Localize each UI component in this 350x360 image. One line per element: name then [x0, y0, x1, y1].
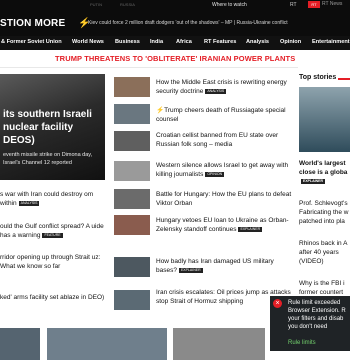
nav-item-opinion[interactable]: Opinion: [280, 39, 301, 45]
tag-badge: EXPLAINER: [238, 226, 263, 232]
tag-badge: ANALYSIS: [205, 88, 227, 94]
mid-story[interactable]: How badly has Iran damaged US military b…: [156, 257, 296, 275]
mid-story-title[interactable]: Hungary vetoes EU loan to Ukraine as Orb…: [156, 217, 289, 233]
left-story-title[interactable]: s war with Iran could destroy om within: [0, 191, 93, 207]
hero-subtitle: eventh missile strike on Dimona day, Isr…: [3, 152, 93, 166]
mid-story-title[interactable]: How badly has Iran damaged US military b…: [156, 258, 274, 274]
story-thumbnail[interactable]: [114, 189, 150, 209]
top-story-image[interactable]: [299, 87, 350, 152]
nav-item-business[interactable]: Business: [115, 39, 140, 45]
header-accent: [338, 78, 350, 80]
tag-badge: FEATURE: [42, 232, 63, 238]
nav-item-india[interactable]: India: [150, 39, 163, 45]
nav-item-entertainment[interactable]: Entertainment: [312, 39, 350, 45]
breaking-banner-text[interactable]: TRUMP THREATENS TO 'OBLITERATE' IRANIAN …: [55, 54, 295, 63]
left-story-title[interactable]: ked' arms facility set ablaze in DEO): [0, 294, 104, 301]
rt-label: RT: [290, 2, 297, 8]
nav-item-rt-features[interactable]: RT Features: [204, 39, 236, 45]
top-story[interactable]: World's largest close is a globa EXPLAINE…: [299, 159, 350, 186]
story-thumbnail[interactable]: [114, 77, 150, 97]
left-story[interactable]: ked' arms facility set ablaze in DEO): [0, 293, 105, 302]
hero-story[interactable]: its southern Israeli nuclear facility DE…: [0, 74, 105, 180]
breaking-banner[interactable]: TRUMP THREATENS TO 'OBLITERATE' IRANIAN …: [0, 50, 350, 68]
top-story-title[interactable]: Why is the FBI i former countert: [299, 280, 345, 296]
nav-item-former-soviet-union[interactable]: & Former Soviet Union: [1, 39, 62, 45]
top-story[interactable]: Prof. Schlevogt's Fabricating the w patc…: [299, 199, 350, 226]
bottom-thumbnail[interactable]: [173, 328, 265, 360]
tag-badge: EXPLAINER: [178, 267, 203, 273]
mid-story-title[interactable]: Trump cheers death of Russiagate special…: [156, 107, 286, 123]
tag-badge: OPINION: [205, 171, 225, 177]
left-story-title[interactable]: rridor opening up through Strait uz: Wha…: [0, 254, 100, 270]
mid-story[interactable]: Western silence allows Israel to get awa…: [156, 161, 296, 179]
tag-badge: ANALYSIS: [18, 200, 40, 206]
top-story-title[interactable]: World's largest close is a globa: [299, 160, 347, 176]
left-story[interactable]: s war with Iran could destroy om within A…: [0, 190, 105, 208]
bottom-thumbnail[interactable]: [0, 328, 40, 360]
nav-item-analysis[interactable]: Analysis: [246, 39, 269, 45]
mid-story[interactable]: Croatian cellist banned from EU state ov…: [156, 131, 296, 149]
extension-toast: × Rule limit exceeded Browser Extension.…: [270, 296, 350, 351]
left-story[interactable]: rridor opening up through Strait uz: Wha…: [0, 253, 105, 271]
top-link-2[interactable]: RUSSIA: [120, 2, 135, 7]
mid-story[interactable]: ⚡Trump cheers death of Russiagate specia…: [156, 106, 296, 124]
tag-badge: EXPLAINER: [301, 178, 326, 184]
top-bar: STION MORE ⚡ Kiev could force 2 million …: [0, 0, 350, 36]
bottom-thumbnail[interactable]: [47, 328, 167, 360]
story-thumbnail[interactable]: [114, 215, 150, 235]
mid-story[interactable]: Hungary vetoes EU loan to Ukraine as Orb…: [156, 216, 296, 234]
story-thumbnail[interactable]: [114, 161, 150, 181]
mid-story[interactable]: Battle for Hungary: How the EU plans to …: [156, 190, 296, 208]
close-icon[interactable]: ×: [273, 299, 282, 308]
story-thumbnail[interactable]: [114, 131, 150, 151]
hero-title[interactable]: its southern Israeli nuclear facility DE…: [3, 108, 105, 147]
main-nav: & Former Soviet Union World News Busines…: [0, 36, 350, 50]
news-ticker[interactable]: Kiev could force 2 million draft dodgers…: [88, 20, 288, 26]
mid-story-title[interactable]: Croatian cellist banned from EU state ov…: [156, 132, 278, 148]
toast-link[interactable]: Rule limits: [288, 339, 316, 347]
brand-title[interactable]: STION MORE: [0, 18, 65, 29]
nav-item-africa[interactable]: Africa: [176, 39, 192, 45]
top-story[interactable]: Why is the FBI i former countert: [299, 279, 350, 297]
live-link[interactable]: RT News: [322, 1, 342, 7]
top-story-title[interactable]: Prof. Schlevogt's Fabricating the w patc…: [299, 200, 349, 225]
left-story[interactable]: ould the Gulf conflict spread? A uide ha…: [0, 222, 105, 240]
lightning-icon: ⚡: [156, 107, 165, 114]
story-thumbnail[interactable]: [114, 104, 150, 124]
story-thumbnail[interactable]: [114, 257, 150, 277]
mid-story[interactable]: How the Middle East crisis is rewriting …: [156, 78, 296, 96]
top-story[interactable]: Rhinos back in A after 40 years (VIDEO): [299, 239, 350, 266]
rt-logo-icon[interactable]: RT: [308, 1, 320, 8]
top-link-1[interactable]: PUTIN: [90, 2, 102, 7]
toast-message: Rule limit exceeded Browser Extension. R…: [288, 300, 346, 330]
where-to-watch-link[interactable]: Where to watch: [212, 2, 247, 8]
top-story-title[interactable]: Rhinos back in A after 40 years (VIDEO): [299, 240, 347, 265]
story-thumbnail[interactable]: [114, 290, 150, 310]
nav-item-world-news[interactable]: World News: [72, 39, 104, 45]
mid-story-title[interactable]: Battle for Hungary: How the EU plans to …: [156, 191, 291, 207]
top-stories-header: Top stories: [299, 74, 337, 81]
